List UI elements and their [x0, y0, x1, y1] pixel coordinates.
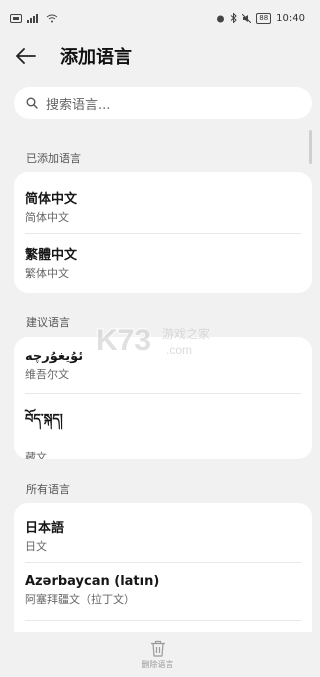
search-icon — [26, 97, 38, 109]
language-item[interactable]: བོད་སྐད། 藏文 — [25, 404, 301, 459]
language-name: ئۇيغۇرچە — [25, 349, 84, 364]
divider — [25, 562, 301, 563]
bluetooth-icon — [230, 13, 237, 23]
language-desc: 简体中文 — [25, 211, 69, 224]
section-title-added: 已添加语言 — [26, 152, 81, 165]
suggested-languages-card: ئۇيغۇرچە 维吾尔文 བོད་སྐད། 藏文 — [14, 337, 312, 459]
battery-level: 88 — [259, 13, 269, 22]
battery-icon: 88 — [256, 12, 272, 24]
header: 添加语言 — [0, 36, 315, 76]
language-item[interactable]: Azərbaycan (latın) 阿塞拜疆文（拉丁文） — [25, 574, 301, 607]
language-name: 日本語 — [25, 521, 65, 536]
language-name: 简体中文 — [25, 192, 78, 207]
page-title: 添加语言 — [60, 47, 132, 68]
language-desc: 日文 — [25, 540, 47, 553]
signal-icon — [27, 13, 38, 23]
section-title-all: 所有语言 — [26, 483, 70, 496]
added-languages-card: 简体中文 简体中文 繁體中文 繁体中文 — [14, 172, 312, 293]
language-name: 繁體中文 — [25, 248, 78, 263]
language-item[interactable]: 简体中文 简体中文 — [25, 188, 301, 225]
language-name: Azərbaycan (latın) — [25, 574, 160, 589]
mute-icon — [242, 13, 252, 23]
language-desc: 繁体中文 — [25, 267, 69, 280]
back-button[interactable] — [16, 36, 56, 76]
delete-language-button[interactable]: 删除语言 — [0, 632, 315, 677]
alarm-icon — [217, 15, 225, 22]
section-title-suggested: 建议语言 — [26, 316, 70, 329]
search-input[interactable]: 搜索语言... — [14, 87, 312, 119]
language-name: བོད་སྐད། — [25, 412, 63, 427]
divider — [25, 620, 301, 621]
arrow-left-icon — [16, 48, 36, 64]
divider — [25, 233, 301, 234]
trash-icon — [150, 640, 165, 657]
language-item[interactable]: ئۇيغۇرچە 维吾尔文 — [25, 349, 301, 382]
wifi-icon — [46, 14, 58, 22]
language-item[interactable]: 日本語 日文 — [25, 517, 301, 554]
search-placeholder: 搜索语言... — [46, 97, 111, 113]
clock: 10:40 — [276, 12, 305, 24]
divider — [25, 393, 301, 394]
language-desc: 藏文 — [25, 451, 47, 459]
status-bar: 88 10:40 — [0, 0, 315, 36]
language-desc: 阿塞拜疆文（拉丁文） — [25, 593, 135, 606]
delete-language-label: 删除语言 — [141, 659, 174, 669]
language-desc: 维吾尔文 — [25, 368, 69, 381]
scrollbar[interactable] — [309, 130, 312, 164]
sim-card-icon — [10, 13, 22, 23]
language-item[interactable]: 繁體中文 繁体中文 — [25, 244, 301, 281]
all-languages-card: 日本語 日文 Azərbaycan (latın) 阿塞拜疆文（拉丁文） — [14, 503, 312, 643]
